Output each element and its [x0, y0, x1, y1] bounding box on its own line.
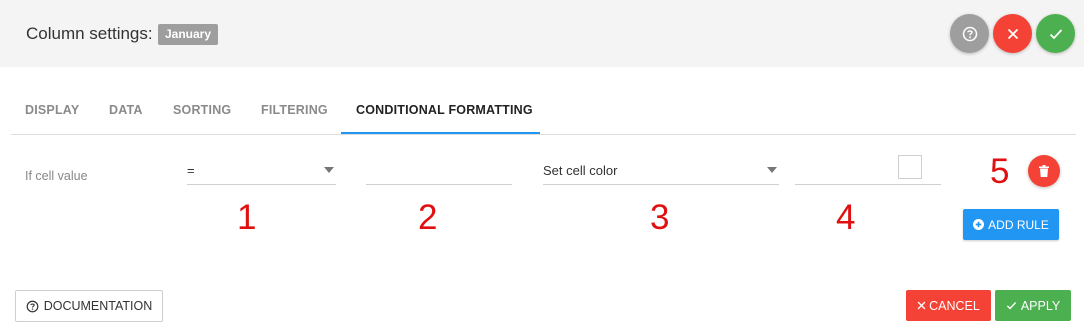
- tab-data[interactable]: DATA: [109, 90, 143, 134]
- cancel-label: CANCEL: [929, 298, 980, 313]
- operator-select[interactable]: =: [187, 155, 336, 185]
- column-name-badge: January: [158, 24, 219, 45]
- plus-circle-icon: [973, 219, 985, 230]
- annotation-2: 2: [418, 198, 438, 237]
- tab-sorting[interactable]: SORTING: [173, 90, 231, 134]
- apply-label: APPLY: [1020, 298, 1061, 313]
- settings-tabs: DISPLAY DATA SORTING FILTERING CONDITION…: [11, 90, 1076, 135]
- check-icon: [1006, 301, 1017, 310]
- dialog-header: Column settings: January: [0, 0, 1084, 67]
- help-circle-icon: [962, 26, 977, 41]
- condition-value-input[interactable]: [366, 155, 512, 185]
- color-swatch[interactable]: [898, 155, 922, 179]
- dialog-title: Column settings:: [26, 24, 153, 43]
- operator-value: =: [187, 163, 195, 178]
- help-button[interactable]: [950, 14, 989, 53]
- annotation-3: 3: [650, 198, 670, 237]
- documentation-label: DOCUMENTATION: [43, 299, 153, 313]
- add-rule-label: ADD RULE: [988, 217, 1049, 232]
- tab-filtering[interactable]: FILTERING: [261, 90, 328, 134]
- tab-conditional-formatting[interactable]: CONDITIONAL FORMATTING: [341, 90, 540, 134]
- add-rule-button[interactable]: ADD RULE: [963, 209, 1059, 240]
- trash-icon: [1039, 165, 1049, 177]
- delete-rule-button[interactable]: [1028, 155, 1060, 187]
- rule-condition-label: If cell value: [25, 169, 88, 183]
- action-select[interactable]: Set cell color: [543, 155, 779, 185]
- annotation-5: 5: [990, 152, 1010, 191]
- annotation-4: 4: [836, 198, 856, 237]
- cancel-button[interactable]: CANCEL: [906, 290, 991, 321]
- apply-button[interactable]: APPLY: [995, 290, 1071, 321]
- chevron-down-icon: [324, 167, 334, 173]
- help-circle-icon: [26, 300, 39, 313]
- tab-display[interactable]: DISPLAY: [25, 90, 79, 134]
- close-button[interactable]: [993, 14, 1032, 53]
- action-value: Set cell color: [543, 163, 618, 178]
- chevron-down-icon: [767, 167, 777, 173]
- confirm-button[interactable]: [1036, 14, 1075, 53]
- documentation-button[interactable]: DOCUMENTATION: [15, 290, 163, 322]
- check-icon: [1049, 28, 1062, 39]
- close-icon: [1007, 28, 1018, 39]
- annotation-1: 1: [237, 198, 257, 237]
- close-icon: [917, 301, 926, 310]
